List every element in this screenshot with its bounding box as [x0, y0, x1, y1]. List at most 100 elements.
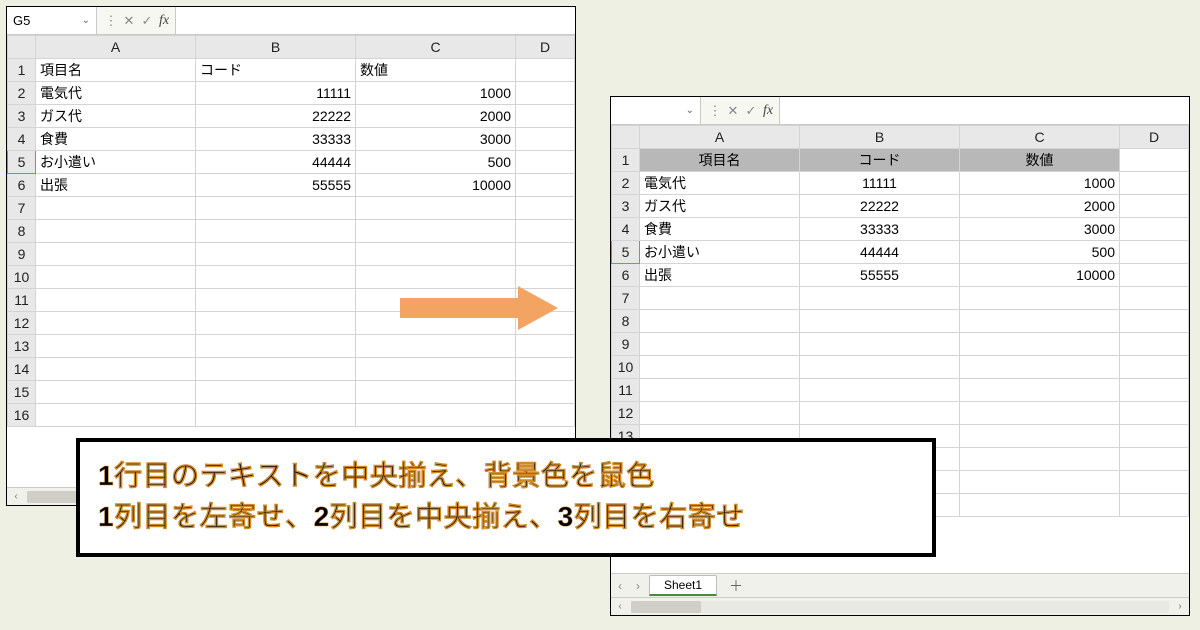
row-header[interactable]: 6 [8, 174, 36, 197]
hscroll[interactable]: ‹ › [611, 597, 1189, 615]
col-header[interactable]: B [196, 36, 356, 59]
fx-icon[interactable]: fx [159, 13, 169, 29]
col-header[interactable]: D [1120, 126, 1189, 149]
cell[interactable]: 11111 [800, 172, 960, 195]
cell[interactable]: お小遣い [36, 151, 196, 174]
cell[interactable]: 22222 [800, 195, 960, 218]
cell[interactable]: 500 [356, 151, 516, 174]
row-header[interactable]: 12 [8, 312, 36, 335]
formula-input[interactable] [176, 7, 575, 34]
cell[interactable]: ガス代 [640, 195, 800, 218]
cancel-icon[interactable]: ✕ [121, 13, 137, 29]
cell[interactable] [516, 59, 575, 82]
cell[interactable] [516, 128, 575, 151]
cell[interactable]: 10000 [356, 174, 516, 197]
row-header[interactable]: 6 [612, 264, 640, 287]
cell[interactable]: 44444 [196, 151, 356, 174]
cell[interactable] [516, 151, 575, 174]
col-header[interactable]: C [960, 126, 1120, 149]
cell[interactable]: 10000 [960, 264, 1120, 287]
col-header[interactable]: B [800, 126, 960, 149]
enter-icon[interactable]: ✓ [139, 13, 155, 29]
cell[interactable]: 3000 [356, 128, 516, 151]
cell[interactable]: 33333 [196, 128, 356, 151]
cell[interactable]: 22222 [196, 105, 356, 128]
cell[interactable]: 11111 [196, 82, 356, 105]
select-all-corner[interactable] [612, 126, 640, 149]
cell[interactable]: 33333 [800, 218, 960, 241]
row-header[interactable]: 5 [612, 241, 640, 264]
row-header[interactable]: 7 [8, 197, 36, 220]
row-header[interactable]: 8 [612, 310, 640, 333]
fx-icon[interactable]: fx [763, 103, 773, 119]
scroll-left-icon[interactable]: ‹ [611, 601, 629, 612]
cell[interactable]: 500 [960, 241, 1120, 264]
row-header[interactable]: 11 [612, 379, 640, 402]
cell[interactable] [1120, 241, 1189, 264]
row-header[interactable]: 9 [8, 243, 36, 266]
name-box[interactable]: ⌄ [611, 97, 701, 124]
dots-icon[interactable]: ⋮ [707, 103, 723, 119]
name-box[interactable]: G5 ⌄ [7, 7, 97, 34]
cell[interactable]: 数値 [960, 149, 1120, 172]
dropdown-icon[interactable]: ⌄ [686, 105, 694, 116]
cell[interactable] [516, 174, 575, 197]
cell[interactable]: 2000 [960, 195, 1120, 218]
row-header[interactable]: 13 [8, 335, 36, 358]
enter-icon[interactable]: ✓ [743, 103, 759, 119]
row-header[interactable]: 10 [612, 356, 640, 379]
cell[interactable] [1120, 195, 1189, 218]
row-header[interactable]: 2 [8, 82, 36, 105]
cell[interactable]: 出張 [36, 174, 196, 197]
row-header[interactable]: 3 [612, 195, 640, 218]
row-header[interactable]: 2 [612, 172, 640, 195]
cell[interactable]: 55555 [800, 264, 960, 287]
row-header[interactable]: 1 [612, 149, 640, 172]
row-header[interactable]: 10 [8, 266, 36, 289]
cell[interactable] [1120, 149, 1189, 172]
tab-nav-left-icon[interactable]: ‹ [611, 579, 629, 593]
cell[interactable]: 食費 [36, 128, 196, 151]
cell[interactable]: 食費 [640, 218, 800, 241]
cell[interactable]: コード [196, 59, 356, 82]
col-header[interactable]: A [640, 126, 800, 149]
cell[interactable]: 2000 [356, 105, 516, 128]
dots-icon[interactable]: ⋮ [103, 13, 119, 29]
row-header[interactable]: 5 [8, 151, 36, 174]
row-header[interactable]: 8 [8, 220, 36, 243]
row-header[interactable]: 1 [8, 59, 36, 82]
cell[interactable]: 出張 [640, 264, 800, 287]
cell[interactable] [1120, 218, 1189, 241]
row-header[interactable]: 4 [8, 128, 36, 151]
scroll-left-icon[interactable]: ‹ [7, 491, 25, 502]
col-header[interactable]: C [356, 36, 516, 59]
cancel-icon[interactable]: ✕ [725, 103, 741, 119]
cell[interactable]: 電気代 [640, 172, 800, 195]
tab-nav-right-icon[interactable]: › [629, 579, 647, 593]
cell[interactable]: 数値 [356, 59, 516, 82]
scroll-right-icon[interactable]: › [1171, 601, 1189, 612]
cell[interactable] [516, 105, 575, 128]
cell[interactable] [1120, 264, 1189, 287]
cell[interactable]: お小遣い [640, 241, 800, 264]
scroll-track[interactable] [631, 601, 1169, 613]
cell[interactable]: 項目名 [640, 149, 800, 172]
scroll-thumb[interactable] [631, 601, 701, 613]
formula-input[interactable] [780, 97, 1189, 124]
cell[interactable]: 1000 [960, 172, 1120, 195]
cell[interactable]: ガス代 [36, 105, 196, 128]
cell[interactable]: 項目名 [36, 59, 196, 82]
col-header[interactable]: A [36, 36, 196, 59]
cell[interactable]: 44444 [800, 241, 960, 264]
row-header[interactable]: 15 [8, 381, 36, 404]
cell[interactable] [1120, 172, 1189, 195]
row-header[interactable]: 7 [612, 287, 640, 310]
row-header[interactable]: 16 [8, 404, 36, 427]
row-header[interactable]: 9 [612, 333, 640, 356]
cell[interactable]: 3000 [960, 218, 1120, 241]
row-header[interactable]: 3 [8, 105, 36, 128]
row-header[interactable]: 4 [612, 218, 640, 241]
col-header[interactable]: D [516, 36, 575, 59]
dropdown-icon[interactable]: ⌄ [82, 15, 90, 26]
row-header[interactable]: 12 [612, 402, 640, 425]
